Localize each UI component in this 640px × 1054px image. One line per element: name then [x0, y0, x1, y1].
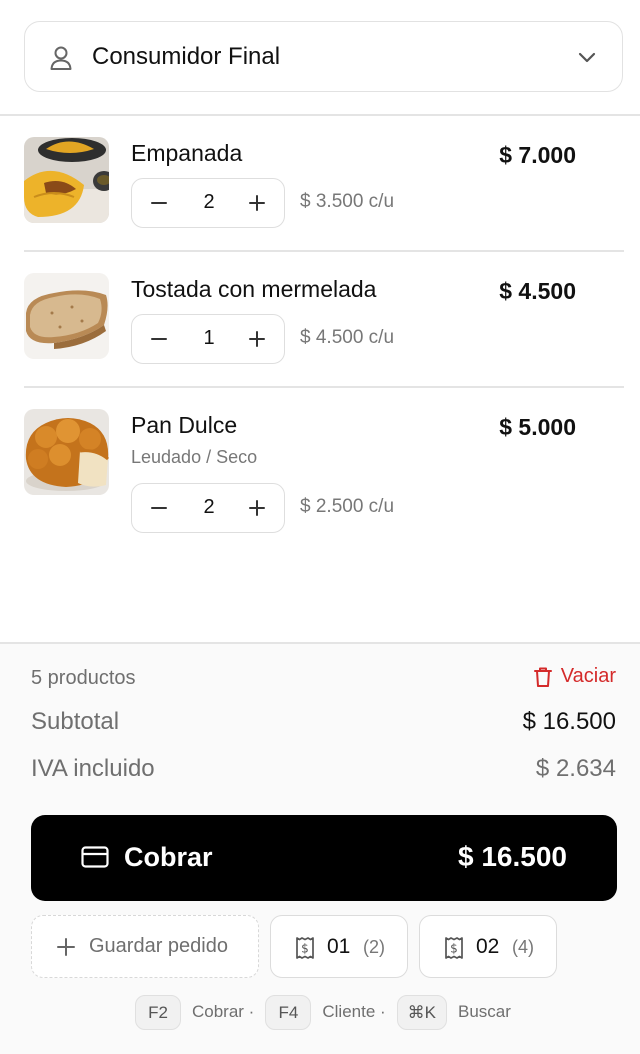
- pan-dulce-thumbnail: [24, 409, 109, 495]
- item-total: $ 7.000: [499, 142, 576, 168]
- minus-icon[interactable]: [146, 495, 172, 521]
- saved-order-01[interactable]: $ 01 (2): [270, 915, 408, 978]
- order-number: 02: [476, 935, 500, 958]
- plus-icon[interactable]: [244, 326, 270, 352]
- iva-value: $ 2.634: [535, 755, 616, 782]
- quantity-value[interactable]: 2: [184, 191, 234, 214]
- keyboard-shortcuts: F2 Cobrar · F4 Cliente · ⌘K Buscar: [135, 994, 522, 1030]
- shortcut-label: Buscar: [458, 1002, 511, 1021]
- unit-price: $ 3.500 c/u: [300, 191, 395, 212]
- empanada-thumbnail: [24, 137, 109, 223]
- svg-text:$: $: [450, 942, 458, 956]
- header-divider: [0, 114, 640, 116]
- receipt-icon: $: [296, 937, 314, 959]
- charge-amount: $ 16.500: [458, 841, 567, 872]
- item-total: $ 4.500: [499, 278, 576, 304]
- charge-button[interactable]: Cobrar $ 16.500: [31, 815, 617, 901]
- receipt-icon: $: [445, 937, 463, 959]
- item-name: Tostada con mermelada: [131, 276, 377, 302]
- plus-icon: [57, 938, 75, 956]
- quantity-stepper: 1: [131, 314, 285, 364]
- unit-price: $ 4.500 c/u: [300, 327, 395, 348]
- row-divider: [24, 250, 624, 252]
- quantity-value[interactable]: 2: [184, 496, 234, 519]
- quantity-stepper: 2: [131, 483, 285, 533]
- footer-divider: [0, 642, 640, 644]
- saved-order-02[interactable]: $ 02 (4): [419, 915, 557, 978]
- user-icon: [50, 46, 72, 70]
- subtotal-value: $ 16.500: [522, 708, 616, 735]
- item-name: Empanada: [131, 140, 243, 166]
- subtotal-label: Subtotal: [31, 708, 120, 735]
- svg-text:$: $: [301, 942, 309, 956]
- customer-name: Consumidor Final: [92, 42, 281, 70]
- plus-icon[interactable]: [244, 190, 270, 216]
- shortcut-key: F2: [135, 994, 181, 1030]
- customer-select[interactable]: Consumidor Final: [24, 21, 623, 92]
- shortcut-key: F4: [265, 994, 312, 1030]
- trash-icon: [533, 667, 552, 687]
- unit-price: $ 2.500 c/u: [300, 496, 395, 517]
- order-count: (2): [363, 937, 385, 957]
- plus-icon[interactable]: [244, 495, 270, 521]
- clear-cart-button[interactable]: Vaciar: [533, 665, 616, 688]
- item-variant: Leudado / Seco: [131, 447, 258, 467]
- credit-card-icon: [81, 846, 109, 868]
- minus-icon[interactable]: [146, 190, 172, 216]
- order-count: (4): [512, 937, 534, 957]
- row-divider: [24, 386, 624, 388]
- minus-icon[interactable]: [146, 326, 172, 352]
- tostada-thumbnail: [24, 273, 109, 359]
- save-order-button[interactable]: Guardar pedido: [31, 915, 259, 978]
- charge-label: Cobrar: [124, 842, 213, 872]
- shortcut-key: ⌘K: [396, 994, 448, 1030]
- iva-label: IVA incluido: [31, 755, 155, 782]
- save-order-label: Guardar pedido: [89, 935, 228, 957]
- shortcut-label: Cliente ·: [322, 1002, 386, 1021]
- quantity-value[interactable]: 1: [184, 327, 234, 350]
- order-number: 01: [327, 935, 351, 958]
- chevron-down-icon: [578, 52, 596, 63]
- clear-cart-label: Vaciar: [560, 665, 616, 687]
- item-name: Pan Dulce: [131, 412, 238, 438]
- product-count: 5 productos: [31, 667, 136, 689]
- shortcut-label: Cobrar ·: [192, 1002, 255, 1021]
- quantity-stepper: 2: [131, 178, 285, 228]
- item-total: $ 5.000: [499, 414, 576, 440]
